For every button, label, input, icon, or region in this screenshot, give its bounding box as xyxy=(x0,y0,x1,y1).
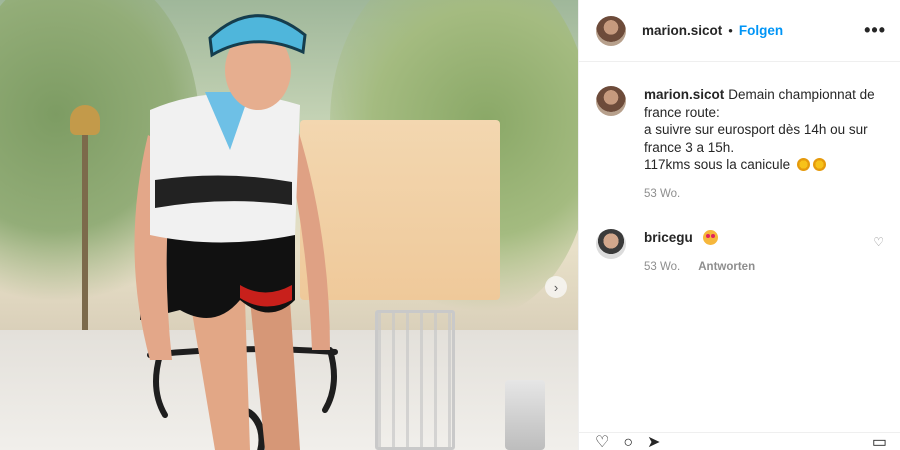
list-item: bricegu 53 Wo. Antworten ♡ xyxy=(596,229,884,276)
comment-bubble-icon[interactable]: ○ xyxy=(623,435,633,450)
heart-outline-icon[interactable]: ♡ xyxy=(873,235,884,249)
chevron-right-icon: › xyxy=(553,279,559,295)
share-arrow-icon[interactable]: ➤ xyxy=(647,435,660,450)
caption-meta: 53 Wo. xyxy=(644,186,884,204)
caption-line: 117kms sous la canicule xyxy=(644,156,884,174)
timestamp[interactable]: 53 Wo. xyxy=(644,259,680,277)
bookmark-icon[interactable]: ▭ xyxy=(872,435,887,450)
caption-body: marion.sicot Demain championnat de france… xyxy=(644,86,884,203)
post-sidebar: marion.sicot • Folgen ••• marion.sicot De… xyxy=(578,0,900,450)
action-bar: ♡ ○ ➤ ▭ xyxy=(579,432,900,450)
reply-button[interactable]: Antworten xyxy=(698,259,755,277)
timestamp[interactable]: 53 Wo. xyxy=(644,186,680,204)
more-options-icon[interactable]: ••• xyxy=(864,20,886,41)
avatar[interactable] xyxy=(596,15,626,46)
carousel-next-button[interactable]: › xyxy=(545,276,567,298)
post-photo[interactable]: › xyxy=(0,0,578,450)
avatar[interactable] xyxy=(596,86,626,116)
post-header: marion.sicot • Folgen ••• xyxy=(579,0,900,62)
comment-body: bricegu 53 Wo. Antworten xyxy=(644,229,864,276)
heart-eyes-emoji-icon xyxy=(702,230,718,245)
cyclist-figure xyxy=(134,14,338,450)
follow-button[interactable]: Folgen xyxy=(739,23,783,38)
sun-emoji-icon xyxy=(796,158,810,171)
caption-username[interactable]: marion.sicot xyxy=(644,87,724,102)
comment-list: marion.sicot Demain championnat de france… xyxy=(579,62,900,276)
like-heart-icon[interactable]: ♡ xyxy=(595,435,609,450)
comment-meta: 53 Wo. Antworten xyxy=(644,259,864,277)
comment-username[interactable]: bricegu xyxy=(644,230,693,245)
separator-dot: • xyxy=(728,23,733,38)
caption: marion.sicot Demain championnat de france… xyxy=(596,86,884,203)
avatar[interactable] xyxy=(596,229,626,259)
post-author-username[interactable]: marion.sicot xyxy=(642,23,722,38)
sun-emoji-icon xyxy=(812,158,826,171)
caption-line: a suivre sur eurosport dès 14h ou sur fr… xyxy=(644,122,868,155)
